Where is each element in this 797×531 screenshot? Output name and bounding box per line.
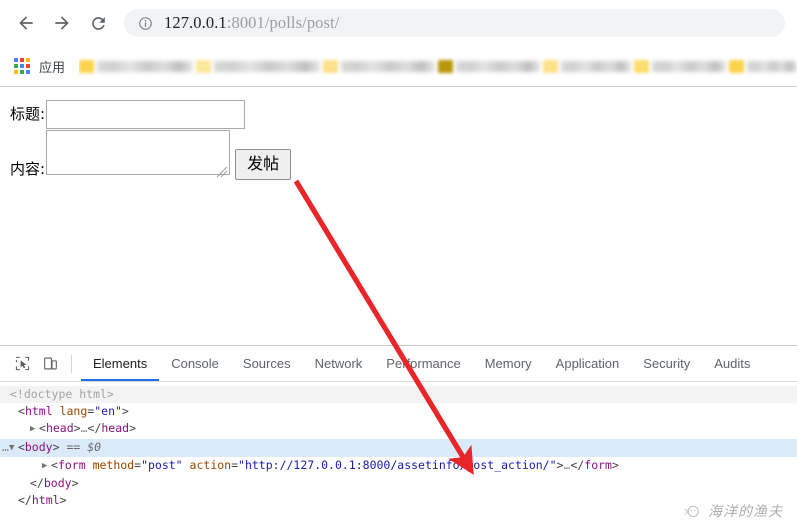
bookmark-label-blurred (561, 60, 632, 72)
dom-line-head[interactable]: ▶ <head>…</head> (0, 420, 797, 438)
devtools-tab-memory[interactable]: Memory (473, 346, 544, 381)
back-arrow-icon (19, 16, 33, 30)
inspect-element-icon (15, 356, 29, 371)
apps-label: 应用 (39, 60, 66, 76)
body-tag-name: body (24, 439, 53, 454)
title-input[interactable] (46, 100, 246, 129)
devtools-tabbar: Elements Console Sources Network Performance… (0, 346, 797, 382)
forward-button[interactable] (44, 5, 80, 41)
bookmark-label-blurred (341, 60, 436, 72)
bookmark-items (79, 54, 797, 78)
bookmark-item[interactable] (543, 54, 632, 78)
wechat-profile-icon (684, 505, 699, 517)
devtools-tab-sources[interactable]: Sources (231, 346, 303, 381)
bookmark-label-blurred (214, 60, 321, 72)
reload-button[interactable] (80, 5, 116, 41)
bookmark-label-blurred (747, 60, 797, 72)
dom-line-body-close[interactable]: </body> (0, 475, 797, 492)
watermark: 海洋的渔夫 (684, 501, 783, 521)
dom-line-doctype[interactable]: <!doctype html> (0, 386, 797, 404)
content-field-row: 内容: 发帖 (10, 130, 292, 180)
expand-triangle-icon[interactable]: ▶ (30, 422, 39, 437)
bookmark-folder-icon (79, 59, 95, 73)
bookmark-item[interactable] (196, 54, 321, 78)
devtools-tab-list: Elements Console Sources Network Performance… (81, 346, 762, 381)
dom-ellipsis-prefix: … (2, 439, 9, 454)
bookmark-folder-icon (729, 59, 745, 73)
device-toolbar-icon (43, 357, 57, 370)
dom-tree: <!doctype html> <html lang="en"> ▶ <head>… (0, 382, 797, 509)
bookmark-label-blurred (97, 60, 194, 72)
form-method-attr-name: method (92, 457, 135, 472)
forward-arrow-icon (55, 16, 69, 30)
devtools-panel: Elements Console Sources Network Performance… (0, 345, 797, 531)
dom-line-form[interactable]: ▶ <form method="post" action="http://127.… (0, 457, 797, 475)
apps-grid-icon (14, 58, 30, 74)
bookmark-folder-icon (634, 59, 650, 73)
bookmark-folder-icon (543, 59, 559, 73)
bookmark-item[interactable] (729, 54, 797, 78)
bookmark-item[interactable] (634, 54, 727, 78)
bookmarks-bar: 应用 (0, 46, 797, 86)
back-button[interactable] (8, 5, 44, 41)
device-toolbar-button[interactable] (36, 350, 64, 378)
devtools-tab-elements[interactable]: Elements (81, 346, 159, 381)
devtools-tab-network[interactable]: Network (303, 346, 375, 381)
bookmark-label-blurred (456, 60, 541, 72)
address-bar[interactable]: 127.0.0.1:8001/polls/post/ (124, 9, 785, 37)
bookmark-folder-icon (438, 59, 454, 73)
bookmark-item[interactable] (323, 54, 436, 78)
watermark-text: 海洋的渔夫 (708, 504, 783, 520)
browser-chrome: 127.0.0.1:8001/polls/post/ 应用 (0, 0, 797, 87)
content-textarea[interactable] (46, 130, 231, 175)
browser-toolbar: 127.0.0.1:8001/polls/post/ (0, 0, 797, 46)
url-host: 127.0.0.1 (164, 13, 227, 32)
bookmark-folder-icon (323, 59, 339, 73)
bookmark-item[interactable] (438, 54, 541, 78)
apps-button[interactable]: 应用 (14, 57, 65, 76)
form-tag-name: form (57, 457, 86, 472)
doctype-text: <!doctype html> (10, 387, 114, 401)
content-label-wrap: 内容: (10, 135, 45, 180)
bookmark-folder-icon (196, 59, 212, 73)
content-textarea-wrap (45, 130, 231, 180)
dom-line-body-selected[interactable]: …▼ <body> == $0 (0, 438, 797, 457)
collapse-triangle-icon[interactable]: ▼ (9, 441, 18, 456)
form-method-attr-value: "post" (141, 457, 183, 472)
bookmark-item[interactable] (79, 54, 194, 78)
toolbar-divider (71, 354, 72, 373)
inspect-element-button[interactable] (8, 350, 36, 378)
bookmark-label-blurred (652, 60, 727, 72)
title-label: 标题: (10, 105, 46, 123)
url-text: 127.0.0.1:8001/polls/post/ (164, 13, 339, 33)
reload-icon (91, 16, 105, 30)
expand-triangle-icon-form[interactable]: ▶ (42, 459, 51, 474)
dom-line-html-open[interactable]: <html lang="en"> (0, 403, 797, 420)
devtools-tab-console[interactable]: Console (159, 346, 231, 381)
selected-node-marker: == $0 (66, 439, 102, 454)
url-path: :8001/polls/post/ (226, 13, 340, 32)
form-action-attr-value: "http://127.0.0.1:8000/assetinfo/post_ac… (238, 457, 557, 472)
dom-line-html-close[interactable]: </html> (0, 492, 797, 509)
html-tag-name: html (24, 404, 53, 419)
form-action-attr-name: action (189, 457, 232, 472)
devtools-tab-performance[interactable]: Performance (374, 346, 472, 381)
title-field-row: 标题: (10, 100, 246, 129)
page-content: 标题: 内容: 发帖 (0, 87, 797, 345)
html-attr-name: lang (59, 404, 88, 419)
html-attr-value: "en" (94, 404, 122, 419)
devtools-tab-audits[interactable]: Audits (702, 346, 762, 381)
content-label: 内容: (10, 160, 46, 178)
devtools-tab-application[interactable]: Application (544, 346, 632, 381)
post-button[interactable]: 发帖 (235, 149, 292, 180)
info-circle-icon[interactable] (138, 16, 153, 31)
devtools-tab-security[interactable]: Security (631, 346, 702, 381)
